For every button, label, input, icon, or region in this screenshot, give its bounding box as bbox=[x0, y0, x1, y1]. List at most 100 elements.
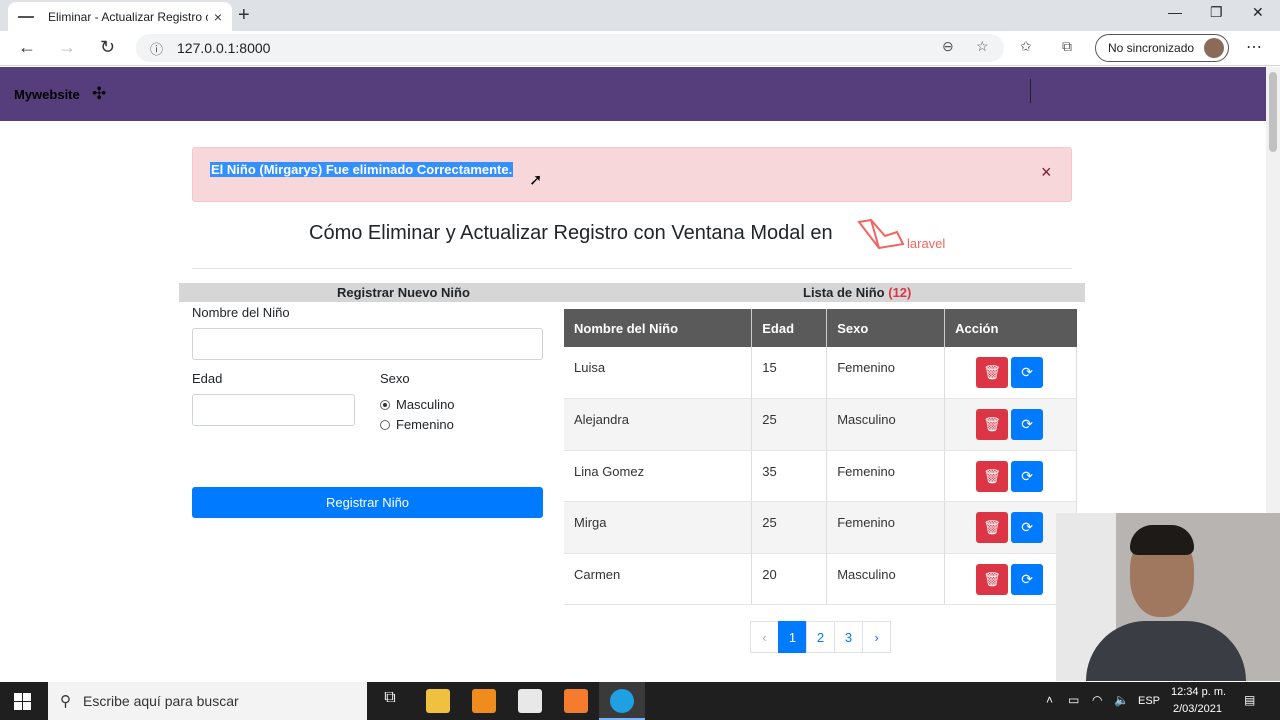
page-title: Cómo Eliminar y Actualizar Registro con … bbox=[309, 222, 833, 244]
edge-taskbar-button[interactable] bbox=[599, 682, 645, 720]
address-bar[interactable]: ⓘ 127.0.0.1:8000 bbox=[136, 34, 1004, 62]
forward-button[interactable]: → bbox=[58, 37, 76, 58]
back-button[interactable]: ← bbox=[18, 37, 36, 58]
pagination-page-3[interactable]: 3 bbox=[834, 621, 863, 653]
age-label: Edad bbox=[192, 371, 223, 386]
register-child-button[interactable]: Registrar Niño bbox=[192, 487, 543, 518]
clock-date[interactable]: 2/03/2021 bbox=[1173, 703, 1222, 715]
cell-sex: Femenino bbox=[826, 450, 946, 503]
radio-unchecked-icon[interactable] bbox=[380, 419, 390, 430]
table-row: Luisa 15 Femenino 🗑 ⟳ bbox=[564, 347, 1077, 400]
collections-icon[interactable]: ⧉ bbox=[1062, 38, 1072, 55]
cell-age: 15 bbox=[751, 347, 828, 400]
update-button[interactable]: ⟳ bbox=[1011, 357, 1044, 388]
page-scrollbar[interactable] bbox=[1266, 67, 1280, 513]
tab-title: Eliminar - Actualizar Registro con bbox=[48, 9, 208, 24]
table-row: Alejandra 25 Masculino 🗑 ⟳ bbox=[564, 398, 1077, 451]
clock-time[interactable]: 12:34 p. m. bbox=[1171, 686, 1226, 698]
tab-close-button[interactable]: × bbox=[214, 9, 222, 25]
children-table: Nombre del Niño Edad Sexo Acción Luisa 1… bbox=[564, 309, 1077, 606]
search-icon: ⚲ bbox=[60, 693, 71, 710]
window-close-button[interactable]: ✕ bbox=[1252, 4, 1264, 21]
update-button[interactable]: ⟳ bbox=[1011, 563, 1044, 595]
delete-button[interactable]: 🗑 bbox=[976, 460, 1009, 492]
pagination-next[interactable]: › bbox=[862, 621, 891, 653]
section-heading-bar: Registrar Nuevo Niño Lista de Niño (12) bbox=[179, 283, 1085, 302]
site-info-icon[interactable]: ⓘ bbox=[150, 39, 163, 58]
sync-label: No sincronizado bbox=[1108, 41, 1195, 55]
delete-button[interactable]: 🗑 bbox=[976, 357, 1009, 388]
brand-logo-icon: ✣ bbox=[92, 84, 107, 103]
sex-radio-femenino[interactable]: Femenino bbox=[380, 417, 454, 432]
notifications-icon[interactable]: ▤ bbox=[1244, 693, 1255, 707]
sex-radio-masculino[interactable]: Masculino bbox=[380, 397, 455, 412]
browser-tab-bar: Eliminar - Actualizar Registro con × + —… bbox=[0, 0, 1280, 31]
add-favorite-icon[interactable]: ☆ bbox=[976, 38, 989, 55]
zoom-icon[interactable]: ⊖ bbox=[942, 38, 954, 55]
tab-loading-icon bbox=[18, 15, 34, 18]
refresh-icon: ⟳ bbox=[1021, 467, 1033, 484]
task-view-icon[interactable]: ⧉ bbox=[378, 689, 402, 713]
reload-button[interactable]: ↻ bbox=[100, 37, 115, 58]
profile-sync-button[interactable]: No sincronizado bbox=[1095, 34, 1229, 62]
cell-name: Alejandra bbox=[564, 398, 753, 451]
refresh-icon: ⟳ bbox=[1021, 364, 1033, 380]
cell-sex: Masculino bbox=[826, 553, 946, 606]
site-navbar: Mywebsite ✣ bbox=[0, 67, 1266, 121]
taskbar-search-box[interactable]: ⚲ Escribe aquí para buscar bbox=[48, 682, 367, 720]
alert-close-button[interactable]: × bbox=[1041, 162, 1052, 183]
window-maximize-button[interactable]: ❐ bbox=[1210, 4, 1223, 21]
laravel-logo-icon: laravel bbox=[857, 218, 945, 251]
trash-icon: 🗑 bbox=[983, 467, 1001, 484]
refresh-icon: ⟳ bbox=[1021, 570, 1033, 587]
language-indicator[interactable]: ESP bbox=[1138, 695, 1160, 707]
window-minimize-button[interactable]: — bbox=[1168, 4, 1182, 20]
pagination-page-2[interactable]: 2 bbox=[806, 621, 835, 653]
avatar bbox=[1204, 38, 1224, 58]
form-heading: Registrar Nuevo Niño bbox=[337, 285, 470, 300]
cell-age: 25 bbox=[751, 398, 828, 451]
update-button[interactable]: ⟳ bbox=[1011, 512, 1044, 544]
more-menu-icon[interactable]: ⋯ bbox=[1246, 37, 1262, 57]
favorites-icon[interactable]: ✩ bbox=[1020, 38, 1032, 55]
cell-sex: Masculino bbox=[826, 398, 946, 451]
trash-icon: 🗑 bbox=[983, 570, 1001, 587]
webcam-person-hair bbox=[1130, 525, 1194, 555]
battery-icon[interactable]: ▭ bbox=[1068, 693, 1079, 707]
name-label: Nombre del Niño bbox=[192, 305, 290, 320]
pagination-prev[interactable]: ‹ bbox=[750, 621, 779, 653]
table-row: Lina Gomez 35 Femenino 🗑 ⟳ bbox=[564, 450, 1077, 503]
delete-button[interactable]: 🗑 bbox=[976, 512, 1009, 544]
windows-start-icon[interactable] bbox=[14, 693, 31, 710]
volume-icon[interactable]: 🔈 bbox=[1114, 693, 1129, 707]
update-button[interactable]: ⟳ bbox=[1011, 460, 1044, 492]
cell-actions: 🗑 ⟳ bbox=[944, 398, 1077, 451]
list-heading-text: Lista de Niño bbox=[803, 285, 885, 300]
new-tab-button[interactable]: + bbox=[238, 4, 250, 27]
address-url[interactable]: 127.0.0.1:8000 bbox=[177, 40, 270, 56]
xampp-icon[interactable] bbox=[564, 689, 588, 713]
cell-name: Luisa bbox=[564, 347, 753, 400]
git-icon[interactable] bbox=[518, 689, 542, 713]
table-row: Carmen 20 Masculino 🗑 ⟳ bbox=[564, 553, 1077, 606]
delete-button[interactable]: 🗑 bbox=[976, 409, 1009, 441]
column-header-sex: Sexo bbox=[826, 309, 946, 347]
tray-chevron-icon[interactable]: ˄ bbox=[1046, 693, 1053, 707]
trash-icon: 🗑 bbox=[983, 519, 1001, 536]
pagination-page-1[interactable]: 1 bbox=[778, 621, 807, 653]
edge-icon bbox=[610, 689, 634, 713]
name-input[interactable] bbox=[192, 328, 543, 360]
age-input[interactable] bbox=[192, 394, 355, 426]
pagination: ‹ 1 2 3 › bbox=[750, 621, 891, 653]
scrollbar-thumb[interactable] bbox=[1269, 72, 1277, 152]
delete-button[interactable]: 🗑 bbox=[976, 563, 1009, 595]
file-explorer-icon[interactable] bbox=[426, 689, 450, 713]
sublime-text-icon[interactable] bbox=[472, 689, 496, 713]
radio-checked-icon[interactable] bbox=[380, 399, 390, 410]
wifi-icon[interactable]: ◠ bbox=[1092, 693, 1102, 707]
sex-label: Sexo bbox=[380, 371, 410, 386]
browser-tab[interactable]: Eliminar - Actualizar Registro con × bbox=[8, 2, 232, 31]
cell-name: Carmen bbox=[564, 553, 753, 606]
site-brand[interactable]: Mywebsite bbox=[14, 87, 80, 102]
update-button[interactable]: ⟳ bbox=[1011, 409, 1044, 441]
